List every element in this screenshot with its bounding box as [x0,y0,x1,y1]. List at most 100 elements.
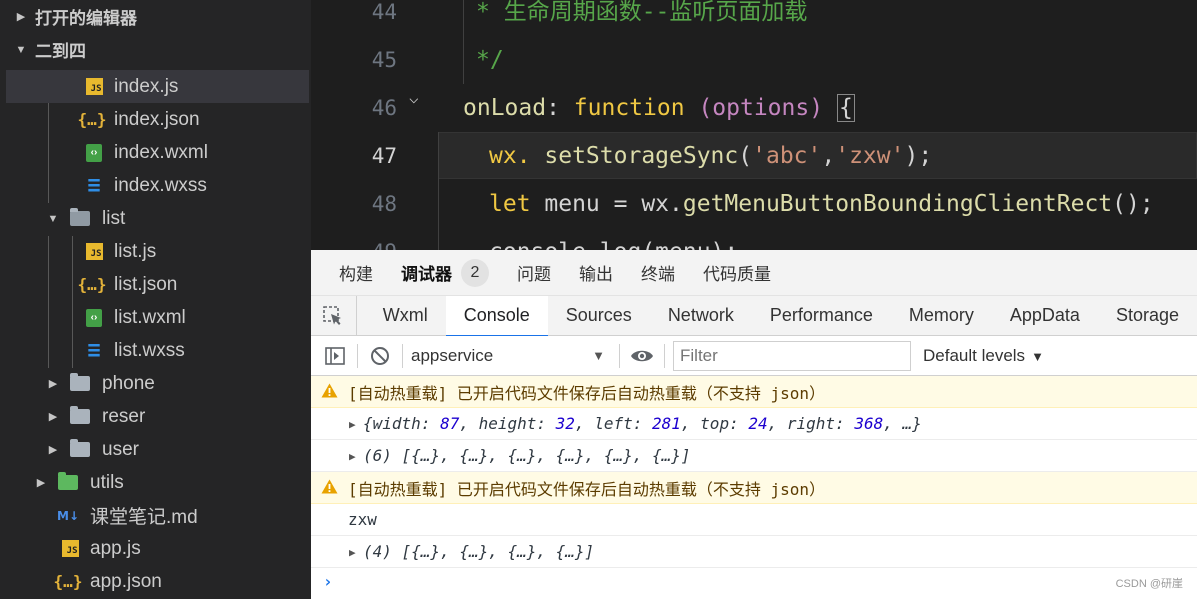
console-prompt-icon[interactable]: › [323,572,333,591]
separator [664,343,665,368]
chevron-right-icon: ▶ [16,11,26,23]
tab-terminal[interactable]: 终端 [641,250,675,296]
punctuation: , [821,143,836,169]
sidebar-toggle-icon[interactable] [321,336,349,376]
warning-text: [自动热重载] 已开启代码文件保存后自动热重载（不支持 json） [348,479,826,499]
devtab-sources[interactable]: Sources [548,296,650,336]
object-preview: {width: 87, height: 32, left: 281, top: … [363,414,922,433]
console-log-array[interactable]: ▶ (6) [{…}, {…}, {…}, {…}, {…}, {…}] [311,440,1197,472]
file-item-index-wxss[interactable]: ≡ index.wxss [6,169,309,202]
separator [357,343,358,368]
warning-icon [321,479,338,498]
code-editor[interactable]: ⌵ 44 * 生命周期函数--监听页面加载 45 */ 46 onLoad: f… [311,0,1197,250]
file-label: app.js [90,537,141,559]
console-warning: [自动热重载] 已开启代码文件保存后自动热重载（不支持 json） [311,376,1197,408]
separator [619,343,620,368]
param-name: options [712,95,810,121]
tab-problems[interactable]: 问题 [517,250,551,296]
folder-label: list [102,207,126,229]
punctuation: (); [1112,191,1154,217]
separator [402,343,403,368]
chevron-down-icon: ▼ [15,43,27,56]
file-label: index.js [114,75,179,97]
console-warning: [自动热重载] 已开启代码文件保存后自动热重载（不支持 json） [311,472,1197,504]
clear-console-icon[interactable] [366,336,394,376]
folder-label: utils [90,471,124,493]
inspect-element-icon[interactable] [311,295,357,336]
tab-build[interactable]: 构建 [339,250,373,296]
code-line-46: 46 onLoad: function (options) { [311,84,1197,132]
tab-output[interactable]: 输出 [579,250,613,296]
context-selector[interactable]: appservice ▼ [411,346,611,366]
array-preview: (6) [{…}, {…}, {…}, {…}, {…}, {…}] [363,446,691,465]
devtab-network[interactable]: Network [650,296,752,336]
warning-text: [自动热重载] 已开启代码文件保存后自动热重载（不支持 json） [348,383,826,403]
log-levels-label: Default levels [923,345,1026,365]
markdown-file-icon: M↓ [57,508,79,523]
tab-debugger-label: 调试器 [401,265,452,284]
devtab-console[interactable]: Console [445,295,548,337]
chevron-right-icon: ▶ [36,477,46,489]
expand-triangle-icon[interactable]: ▶ [349,418,356,431]
array-preview: (4) [{…}, {…}, {…}, {…}] [363,542,595,561]
folder-item-user[interactable]: ▶ user [6,433,309,466]
file-item-list-json[interactable]: {…} list.json [6,268,309,301]
file-item-index-json[interactable]: {…} index.json [6,103,309,136]
console-output[interactable]: [自动热重载] 已开启代码文件保存后自动热重载（不支持 json） ▶ {wid… [311,376,1197,599]
file-item-notes-md[interactable]: M↓ 课堂笔记.md [6,499,309,532]
eye-icon[interactable] [628,336,656,376]
bottom-panel: 构建 调试器 2 问题 输出 终端 代码质量 Wxml Console Sourc… [311,250,1197,599]
code-line-49: 49 console.log(menu); [311,228,1197,250]
devtab-appdata[interactable]: AppData [992,296,1098,336]
comment-star: * [476,0,504,25]
paren: ( [738,143,753,169]
expand-triangle-icon[interactable]: ▶ [349,546,356,559]
tab-code-quality[interactable]: 代码质量 [703,250,771,296]
file-item-index-wxml[interactable]: ‹› index.wxml [6,136,309,169]
chevron-right-icon: ▶ [48,378,58,390]
folder-item-phone[interactable]: ▶ phone [6,367,309,400]
file-item-index-js[interactable]: JS index.js [6,70,309,103]
file-item-app-json[interactable]: {…} app.json [6,565,309,598]
dropdown-caret-icon: ▼ [592,348,605,363]
punctuation: ); [904,143,933,169]
js-file-icon: JS [84,242,104,262]
console-log-array[interactable]: ▶ (4) [{…}, {…}, {…}, {…}] [311,536,1197,568]
paren: ( [698,95,713,121]
devtab-wxml[interactable]: Wxml [365,296,446,336]
devtab-memory[interactable]: Memory [891,296,992,336]
object-name: wx. [489,143,545,169]
wxss-file-icon: ≡ [87,337,101,363]
file-label: index.wxss [114,174,207,196]
folder-item-list[interactable]: ▼ list [6,202,309,235]
expand-triangle-icon[interactable]: ▶ [349,450,356,463]
open-editors-header[interactable]: ▶ 打开的编辑器 [0,0,311,33]
folder-item-reser[interactable]: ▶ reser [6,400,309,433]
file-item-list-js[interactable]: JS list.js [6,235,309,268]
file-item-list-wxml[interactable]: ‹› list.wxml [6,301,309,334]
comment-text: 生命周期函数--监听页面加载 [503,0,808,25]
folder-item-utils[interactable]: ▶ utils [6,466,309,499]
file-label: list.js [114,240,157,262]
file-item-list-wxss[interactable]: ≡ list.wxss [6,334,309,367]
devtab-performance[interactable]: Performance [752,296,891,336]
file-item-app-js[interactable]: JS app.js [6,532,309,565]
json-file-icon: {…} [53,572,83,591]
console-log-object[interactable]: ▶ {width: 87, height: 32, left: 281, top… [311,408,1197,440]
file-label: 课堂笔记.md [90,507,198,528]
devtab-storage[interactable]: Storage [1098,296,1197,336]
filter-input[interactable]: Filter [673,340,911,371]
console-log-text: zxw [311,504,1197,536]
log-levels-dropdown[interactable]: Default levels ▼ [923,346,1044,366]
method-call: getMenuButtonBoundingClientRect [682,191,1113,217]
project-header[interactable]: ▼ 二到四 [0,33,311,66]
json-file-icon: {…} [77,110,107,129]
line-number: 49 [311,228,397,250]
file-label: list.json [114,273,178,295]
string-literal: 'abc' [752,143,822,169]
file-label: list.wxss [114,339,185,361]
folder-icon [70,439,90,460]
project-label: 二到四 [35,42,86,61]
tab-debugger[interactable]: 调试器 2 [401,250,489,296]
